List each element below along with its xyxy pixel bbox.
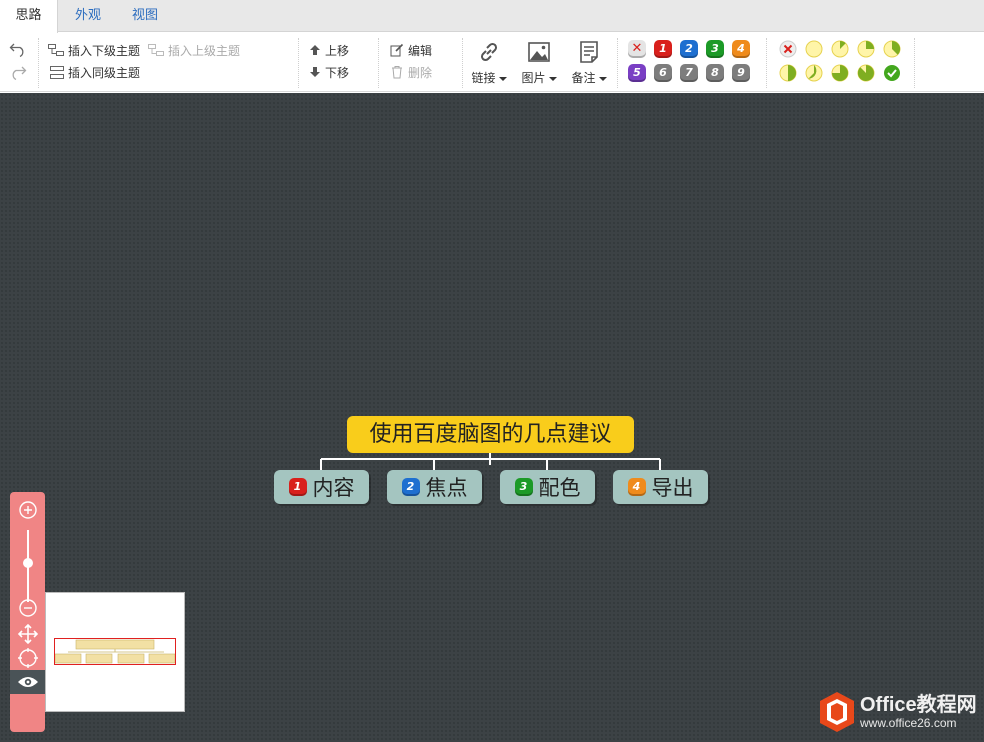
topic-label: 导出: [651, 476, 694, 500]
chevron-down-icon: [498, 76, 507, 81]
insert-parent-icon: [148, 44, 164, 56]
note-button[interactable]: 备注: [567, 39, 611, 87]
link-label: 链接: [471, 71, 496, 85]
note-label: 备注: [571, 71, 596, 85]
tab-bar: 思路 外观 视图: [0, 0, 984, 33]
eye-icon: [17, 677, 38, 687]
toolbar-separator: [298, 38, 299, 88]
priority-4-icon[interactable]: 4: [732, 40, 750, 58]
root-topic[interactable]: 使用百度脑图的几点建议: [347, 416, 634, 453]
priority-1-icon[interactable]: 1: [654, 40, 672, 58]
move-canvas-icon[interactable]: [16, 622, 40, 646]
chevron-down-icon: [548, 76, 557, 81]
zoom-panel: [10, 492, 45, 732]
topic-label: 配色: [538, 476, 581, 500]
toolbar-separator: [462, 38, 463, 88]
priority-6-icon[interactable]: 6: [654, 64, 672, 82]
insert-sibling-label: 插入同级主题: [68, 65, 141, 80]
image-label: 图片: [521, 71, 546, 85]
tab-view[interactable]: 视图: [118, 0, 172, 32]
topic-label: 内容: [312, 476, 355, 500]
priority-2-icon: 2: [401, 478, 420, 496]
chevron-down-icon: [598, 76, 607, 81]
priority-3-icon: 3: [514, 478, 533, 496]
insert-sibling-icon: [50, 65, 64, 79]
edit-button[interactable]: 编辑: [390, 41, 432, 59]
topic-label: 焦点: [425, 476, 468, 500]
tab-mind[interactable]: 思路: [0, 0, 58, 33]
priority-3-icon[interactable]: 3: [706, 40, 724, 58]
insert-child-icon: [48, 44, 64, 56]
priority-9-icon[interactable]: 9: [732, 64, 750, 82]
insert-parent-label: 插入上级主题: [168, 43, 241, 58]
watermark: Office教程网 www.office26.com: [818, 691, 977, 733]
remove-priority-icon[interactable]: ✕: [628, 40, 646, 58]
move-up-label: 上移: [325, 43, 350, 58]
priority-4-icon: 4: [627, 478, 646, 496]
priority-1-icon: 1: [288, 478, 307, 496]
progress-5-icon[interactable]: [805, 64, 823, 82]
progress-4-icon[interactable]: [779, 64, 797, 82]
priority-5-icon[interactable]: 5: [628, 64, 646, 82]
locate-root-icon[interactable]: [16, 646, 40, 670]
move-down-button[interactable]: 下移: [309, 63, 349, 81]
priority-8-icon[interactable]: 8: [706, 64, 724, 82]
insert-parent-button[interactable]: 插入上级主题: [148, 41, 240, 59]
toolbar: 插入下级主题 插入上级主题 插入同级主题 上移 下移 编辑 删除 链接 图片 备…: [0, 33, 984, 92]
toolbar-separator: [914, 38, 915, 88]
move-down-label: 下移: [325, 65, 350, 80]
remove-progress-icon[interactable]: [779, 40, 797, 58]
toolbar-separator: [766, 38, 767, 88]
topic-focus[interactable]: 2 焦点: [387, 470, 482, 504]
redo-icon: [12, 66, 27, 80]
progress-7-icon[interactable]: [857, 64, 875, 82]
undo-icon: [9, 43, 24, 57]
link-button[interactable]: 链接: [467, 39, 511, 87]
progress-3-icon[interactable]: [883, 40, 901, 58]
progress-1-icon[interactable]: [831, 40, 849, 58]
note-icon: [580, 41, 598, 63]
arrow-up-icon: [310, 45, 320, 55]
image-icon: [528, 42, 550, 62]
navigator-minimap[interactable]: [45, 592, 185, 712]
viewport-frame[interactable]: [54, 638, 176, 665]
edit-icon: [390, 43, 404, 57]
image-button[interactable]: 图片: [517, 39, 561, 87]
delete-label: 删除: [408, 65, 433, 80]
office-logo-icon: [820, 692, 854, 732]
link-icon: [480, 42, 498, 62]
progress-2-icon[interactable]: [857, 40, 875, 58]
zoom-in-icon[interactable]: [16, 498, 40, 522]
toolbar-separator: [617, 38, 618, 88]
watermark-url: www.office26.com: [860, 716, 957, 730]
zoom-out-icon[interactable]: [16, 596, 40, 620]
navigator-toggle-button[interactable]: [10, 670, 45, 694]
progress-0-icon[interactable]: [805, 40, 823, 58]
watermark-title: Office教程网: [860, 694, 977, 716]
tab-appearance[interactable]: 外观: [62, 0, 114, 32]
toolbar-separator: [38, 38, 39, 88]
topic-color[interactable]: 3 配色: [500, 470, 595, 504]
progress-6-icon[interactable]: [831, 64, 849, 82]
priority-7-icon[interactable]: 7: [680, 64, 698, 82]
delete-button[interactable]: 删除: [390, 63, 432, 81]
topic-content[interactable]: 1 内容: [274, 470, 369, 504]
priority-2-icon[interactable]: 2: [680, 40, 698, 58]
edit-label: 编辑: [408, 43, 433, 58]
progress-done-icon[interactable]: [883, 64, 901, 82]
move-up-button[interactable]: 上移: [309, 41, 349, 59]
trash-icon: [392, 66, 402, 79]
insert-child-label: 插入下级主题: [68, 43, 141, 58]
zoom-slider-handle[interactable]: [23, 558, 33, 568]
insert-sibling-button[interactable]: 插入同级主题: [50, 63, 140, 81]
undo-button[interactable]: [9, 40, 31, 58]
insert-child-button[interactable]: 插入下级主题: [48, 41, 140, 59]
redo-button[interactable]: [9, 63, 31, 81]
arrow-down-icon: [310, 67, 320, 77]
topic-export[interactable]: 4 导出: [613, 470, 708, 504]
toolbar-separator: [378, 38, 379, 88]
